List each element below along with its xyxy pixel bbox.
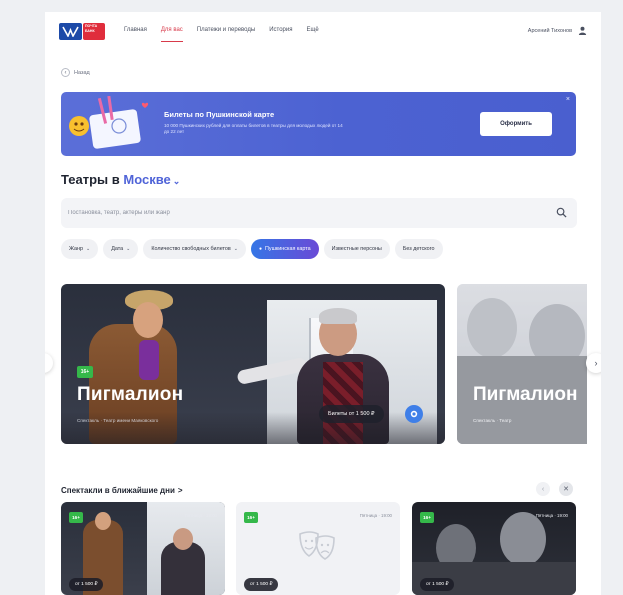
logo-text: ПОЧТА БАНК [83,23,105,40]
city-selector[interactable]: Москве [123,172,170,187]
page-title-prefix: Театры в [61,172,120,187]
pushkin-card-icon [405,405,423,423]
actor-face [133,302,163,338]
section-title-text: Спектакли в ближайшие дни [61,486,175,495]
card-price[interactable]: от 1 500 ₽ [420,578,455,591]
banner-close-icon[interactable]: × [566,96,570,103]
page: ПОЧТА БАНК Главная Для вас Платежи и пер… [45,12,601,595]
filter-label: Дата [111,246,124,252]
event-card[interactable]: 16+ Пятница · 19:00 от 1 500 ₽ [236,502,400,595]
nav-item-history[interactable]: История [262,25,299,39]
chevron-right-icon: > [177,486,183,495]
filter-free-tickets[interactable]: Количество свободных билетов ⌄ [143,239,246,259]
banner-apply-button[interactable]: Оформить [480,112,552,136]
search-bar [61,198,577,228]
pushkin-card-icon: ● [259,246,263,252]
pushkin-card-banner: Билеты по Пушкинской карте 10 000 Пушкин… [61,92,576,156]
back-link[interactable]: ‹ Назад [61,68,90,77]
nav-item-payments[interactable]: Платежи и переводы [190,25,262,39]
logo-mark [59,23,82,40]
chevron-down-icon: ⌄ [233,246,238,252]
filter-label: Известные персоны [331,246,382,252]
carousel-next-button[interactable]: › [586,353,601,373]
cards-prev-button[interactable]: ‹ [536,482,550,496]
actor-scarf [139,340,159,380]
actor-hair [319,308,357,324]
user-icon [578,26,587,35]
filter-no-kids[interactable]: Без детского [394,239,443,259]
nav-item-for-you[interactable]: Для вас [154,25,190,42]
logo[interactable]: ПОЧТА БАНК [59,23,105,40]
chevron-down-icon: ⌄ [86,246,91,252]
slide-meta: Спектакль · Театр имени Маяковского [77,418,159,423]
actor-face [173,528,193,550]
carousel-prev-button[interactable]: ‹ [45,353,53,373]
actor-face [500,512,546,566]
card-price[interactable]: от 1 500 ₽ [244,578,279,591]
age-rating-badge: 16+ [244,512,258,523]
event-card[interactable]: 16+ Пятница · 19:00 от 1 500 ₽ [412,502,576,595]
actor-face [95,512,111,530]
filter-famous-people[interactable]: Известные персоны [323,239,390,259]
slide-title: Пигмалион [473,384,578,405]
header: ПОЧТА БАНК Главная Для вас Платежи и пер… [45,12,601,50]
filter-label: Пушкинская карта [265,246,311,252]
carousel-slide[interactable]: 16+ Пигмалион Спектакль · Театр имени Ма… [61,284,445,444]
filter-label: Без детского [402,246,435,252]
cards-next-button[interactable]: ✕ [559,482,573,496]
filter-genre[interactable]: Жанр ⌄ [61,239,99,259]
age-rating-badge: 16+ [420,512,434,523]
card-meta: Пятница · 19:00 [359,513,392,518]
search-icon[interactable] [556,207,567,218]
age-rating-badge: 16+ [69,512,83,523]
section-title[interactable]: Спектакли в ближайшие дни > [61,486,183,495]
chevron-down-icon: ⌄ [126,246,131,252]
user-name: Арсений Тихонов [527,27,572,34]
nav-item-more[interactable]: Ещё [299,25,325,39]
stage-shade [61,412,445,444]
page-title: Театры в Москве ⌄ [61,172,180,187]
user-menu[interactable]: Арсений Тихонов [528,26,587,35]
age-rating-badge: 16+ [77,366,93,378]
filter-label: Жанр [69,246,84,252]
pushkin-card-illustration [69,96,149,149]
filter-pushkin-card[interactable]: ● Пушкинская карта [251,239,319,259]
slide-meta: Спектакль · Театр [473,418,512,423]
main-nav: Главная Для вас Платежи и переводы Истор… [117,25,326,42]
ticket-price-button[interactable]: Билеты от 1 500 ₽ [319,405,384,423]
banner-title: Билеты по Пушкинской карте [164,110,275,119]
theatre-masks-icon [299,531,335,560]
filter-label: Количество свободных билетов [151,246,231,252]
slide-title: Пигмалион [77,384,184,405]
card-price[interactable]: от 1 500 ₽ [69,578,104,591]
chevron-down-icon[interactable]: ⌄ [173,176,181,186]
filter-bar: Жанр ⌄ Дата ⌄ Количество свободных билетов… [61,239,587,259]
nav-item-home[interactable]: Главная [117,25,154,39]
back-arrow-icon: ‹ [61,68,70,77]
search-input[interactable] [68,206,538,220]
card-meta: Пятница · 19:00 [184,513,217,518]
back-label: Назад [74,69,90,76]
carousel-slide-next[interactable]: Пигмалион Спектакль · Театр [457,284,587,444]
filter-date[interactable]: Дата ⌄ [103,239,139,259]
event-card[interactable]: 16+ Пятница · 19:00 от 1 500 ₽ [61,502,225,595]
card-meta: Пятница · 19:00 [535,513,568,518]
banner-subtitle: 10 000 Пушкинских рублей для оплаты биле… [164,123,343,134]
